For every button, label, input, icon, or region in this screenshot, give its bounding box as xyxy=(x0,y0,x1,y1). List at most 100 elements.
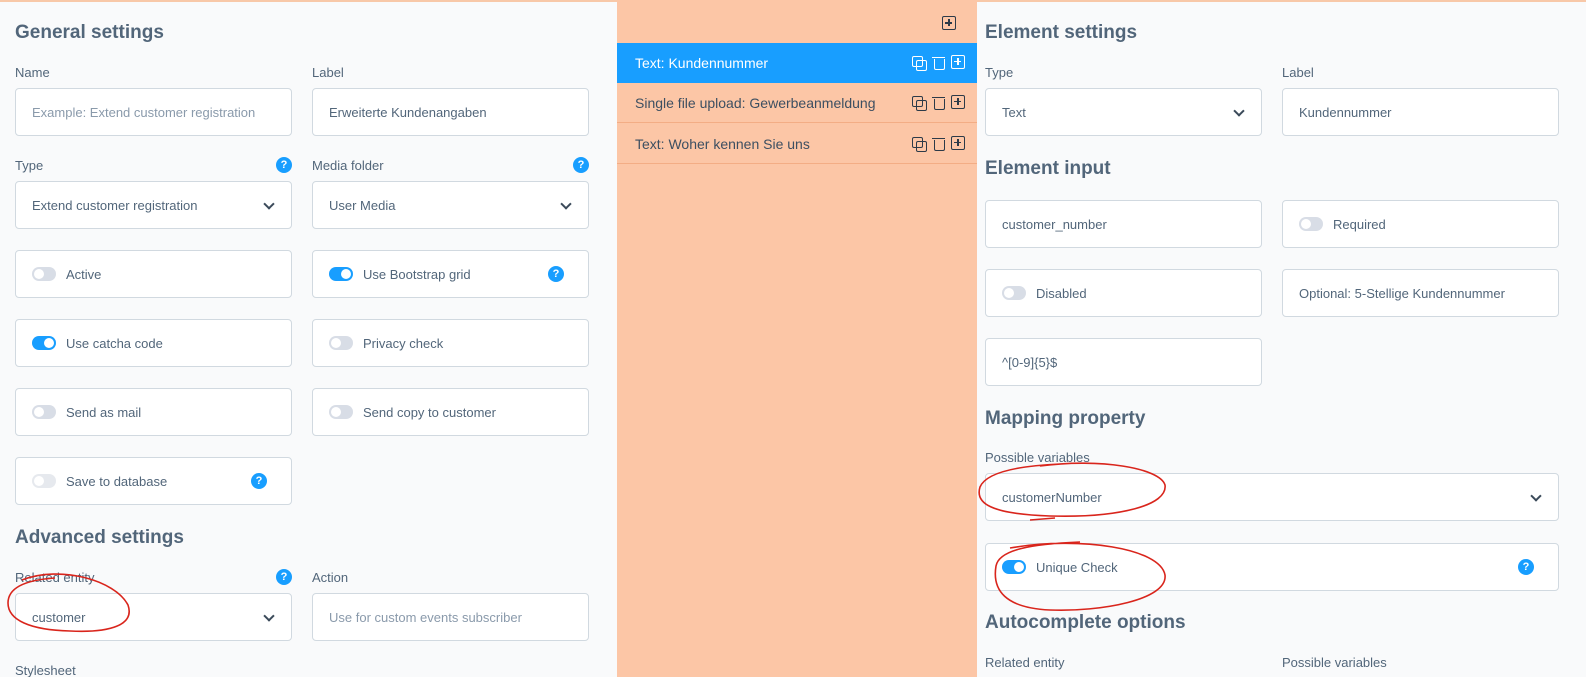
privacy-label: Privacy check xyxy=(363,335,444,351)
media-help-icon[interactable]: ? xyxy=(573,157,589,173)
trash-icon[interactable] xyxy=(931,95,947,111)
element-item-label: Text: Woher kennen Sie uns xyxy=(635,135,810,152)
captcha-label: Use catcha code xyxy=(66,335,163,351)
mail-toggle[interactable] xyxy=(32,405,56,419)
chevron-down-icon xyxy=(1233,106,1245,118)
bootstrap-help-icon[interactable]: ? xyxy=(548,266,564,282)
related-entity-label: Related entity xyxy=(15,570,95,585)
privacy-toggle-field: Privacy check xyxy=(312,319,589,367)
element-name-value: customer_number xyxy=(1002,216,1107,232)
element-label-label: Label xyxy=(1282,65,1314,80)
name-input[interactable]: Example: Extend customer registration xyxy=(15,88,292,136)
name-placeholder: Example: Extend customer registration xyxy=(32,104,256,120)
element-placeholder-value: Optional: 5-Stellige Kundennummer xyxy=(1299,285,1505,301)
mail-toggle-field: Send as mail xyxy=(15,388,292,436)
bootstrap-toggle-field: Use Bootstrap grid ? xyxy=(312,250,589,298)
unique-check-label: Unique Check xyxy=(1036,559,1118,575)
type-help-icon[interactable]: ? xyxy=(276,157,292,173)
advanced-settings-title: Advanced settings xyxy=(15,527,184,548)
action-label: Action xyxy=(312,570,349,585)
media-folder-label: Media folder xyxy=(312,158,384,173)
element-list-item[interactable]: Single file upload: Gewerbeanmeldung xyxy=(617,83,977,123)
add-icon[interactable] xyxy=(951,94,965,109)
mail-label: Send as mail xyxy=(66,404,142,420)
action-placeholder: Use for custom events subscriber xyxy=(329,609,522,625)
element-item-label: Text: Kundennummer xyxy=(635,54,769,71)
media-folder-select[interactable]: User Media xyxy=(312,181,589,229)
label-label: Label xyxy=(312,65,344,80)
element-placeholder-input[interactable]: Optional: 5-Stellige Kundennummer xyxy=(1282,269,1559,317)
active-toggle-field: Active xyxy=(15,250,292,298)
related-entity-help-icon[interactable]: ? xyxy=(276,569,292,585)
trash-icon[interactable] xyxy=(931,55,947,71)
pattern-input[interactable]: ^[0-9]{5}$ xyxy=(985,338,1262,386)
type-value: Extend customer registration xyxy=(32,197,198,213)
action-input[interactable]: Use for custom events subscriber xyxy=(312,593,589,641)
chevron-down-icon xyxy=(560,199,572,211)
chevron-down-icon xyxy=(263,199,275,211)
duplicate-icon[interactable] xyxy=(911,55,927,71)
copy-toggle[interactable] xyxy=(329,405,353,419)
element-item-label: Single file upload: Gewerbeanmeldung xyxy=(635,94,876,111)
copy-toggle-field: Send copy to customer xyxy=(312,388,589,436)
element-label-value: Kundennummer xyxy=(1299,104,1392,120)
element-label-input[interactable]: Kundennummer xyxy=(1282,88,1559,136)
element-type-select[interactable]: Text xyxy=(985,88,1262,136)
media-folder-value: User Media xyxy=(329,197,396,213)
autocomplete-options-title: Autocomplete options xyxy=(985,612,1186,633)
database-help-icon[interactable]: ? xyxy=(251,473,267,489)
general-settings-panel: General settings Name Example: Extend cu… xyxy=(0,2,617,677)
type-label: Type xyxy=(15,158,44,173)
required-label: Required xyxy=(1333,216,1386,232)
disabled-toggle-field: Disabled xyxy=(985,269,1262,317)
disabled-label: Disabled xyxy=(1036,285,1087,301)
type-select[interactable]: Extend customer registration xyxy=(15,181,292,229)
required-toggle[interactable] xyxy=(1299,217,1323,231)
element-settings-title: Element settings xyxy=(985,22,1138,43)
required-toggle-field: Required xyxy=(1282,200,1559,248)
privacy-toggle[interactable] xyxy=(329,336,353,350)
element-list-panel: Text: Kundennummer Single file upload: G… xyxy=(617,0,977,677)
label-input[interactable]: Erweiterte Kundenangaben xyxy=(312,88,589,136)
chevron-down-icon xyxy=(263,611,275,623)
active-toggle[interactable] xyxy=(32,267,56,281)
element-list-item[interactable]: Text: Kundennummer xyxy=(617,43,977,83)
bootstrap-toggle[interactable] xyxy=(329,267,353,281)
element-type-value: Text xyxy=(1002,104,1026,120)
label-value: Erweiterte Kundenangaben xyxy=(329,104,487,120)
unique-check-field: Unique Check ? xyxy=(985,543,1559,591)
database-toggle-field: Save to database ? xyxy=(15,457,292,505)
trash-icon[interactable] xyxy=(931,136,947,152)
add-icon xyxy=(942,16,956,30)
add-element-button[interactable] xyxy=(942,16,956,35)
duplicate-icon[interactable] xyxy=(911,136,927,152)
unique-check-help-icon[interactable]: ? xyxy=(1518,559,1534,575)
add-icon[interactable] xyxy=(951,54,965,69)
captcha-toggle-field: Use catcha code xyxy=(15,319,292,367)
element-input-title: Element input xyxy=(985,158,1111,179)
mapping-property-title: Mapping property xyxy=(985,408,1146,429)
element-type-label: Type xyxy=(985,65,1014,80)
general-settings-title: General settings xyxy=(15,22,164,43)
unique-check-toggle[interactable] xyxy=(1002,560,1026,574)
related-entity-value: customer xyxy=(32,609,86,625)
possible-variables-select[interactable]: customerNumber xyxy=(985,473,1559,521)
stylesheet-label: Stylesheet xyxy=(15,663,76,677)
element-name-input[interactable]: customer_number xyxy=(985,200,1262,248)
database-toggle[interactable] xyxy=(32,474,56,488)
active-label: Active xyxy=(66,266,102,282)
disabled-toggle[interactable] xyxy=(1002,286,1026,300)
copy-label: Send copy to customer xyxy=(363,404,496,420)
element-list-item[interactable]: Text: Woher kennen Sie uns xyxy=(617,124,977,164)
autocomplete-entity-label: Related entity xyxy=(985,655,1065,670)
name-label: Name xyxy=(15,65,50,80)
possible-variables-label: Possible variables xyxy=(985,450,1090,465)
possible-variables-value: customerNumber xyxy=(1002,489,1102,505)
add-icon[interactable] xyxy=(951,135,965,150)
related-entity-select[interactable]: customer xyxy=(15,593,292,641)
chevron-down-icon xyxy=(1530,491,1542,503)
captcha-toggle[interactable] xyxy=(32,336,56,350)
element-settings-panel: Element settings Type Text Label Kundenn… xyxy=(977,2,1586,677)
duplicate-icon[interactable] xyxy=(911,95,927,111)
pattern-value: ^[0-9]{5}$ xyxy=(1002,354,1058,370)
